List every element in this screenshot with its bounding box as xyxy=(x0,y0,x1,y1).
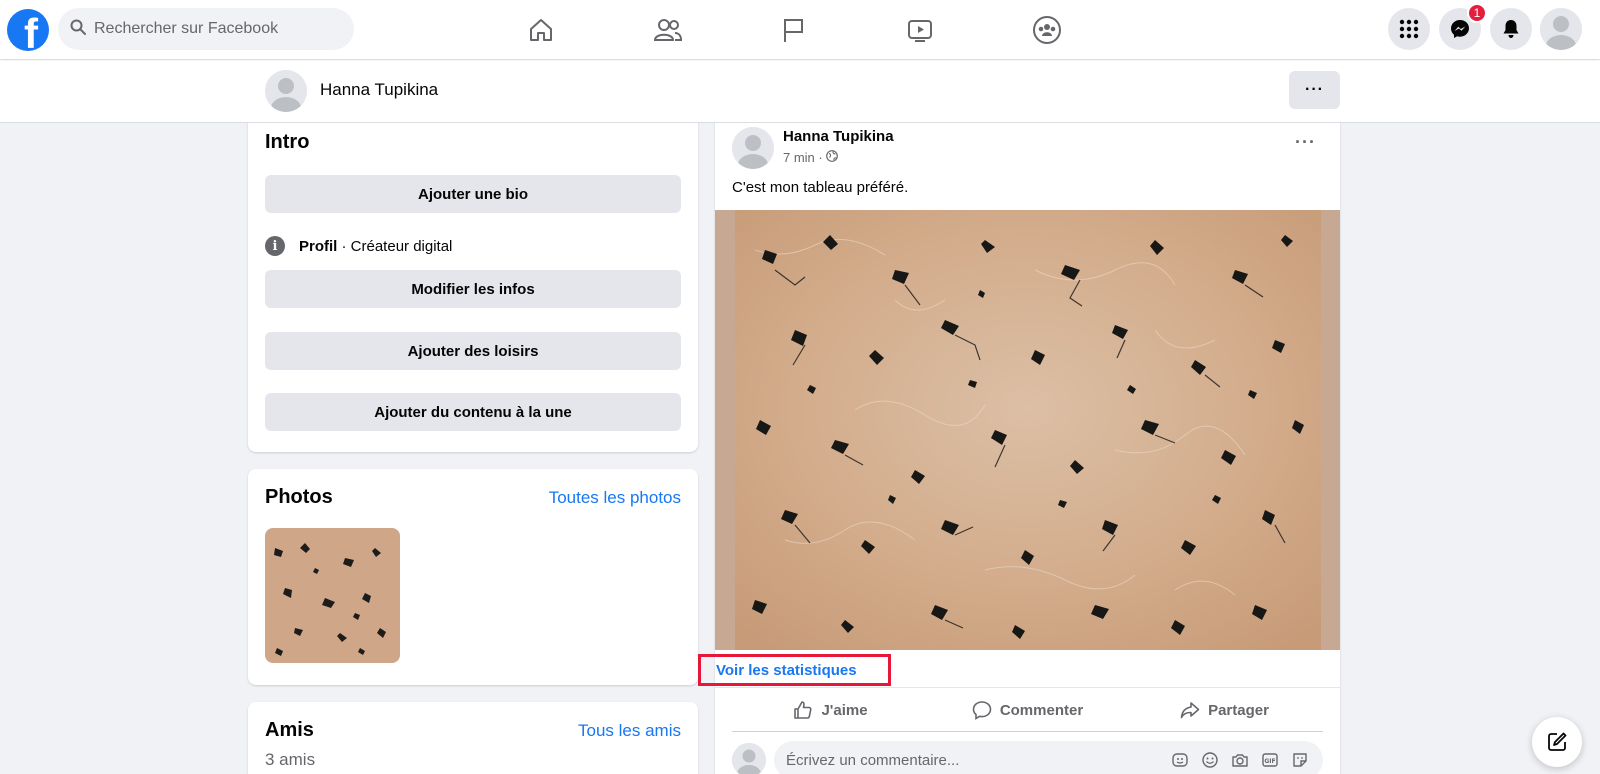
painting xyxy=(734,210,1321,650)
post-image[interactable] xyxy=(715,210,1340,650)
messenger-icon[interactable]: 1 xyxy=(1439,3,1487,50)
add-hobbies-button[interactable]: Ajouter des loisirs xyxy=(265,332,681,370)
pages-flag-icon[interactable] xyxy=(771,8,815,52)
add-bio-button[interactable]: Ajouter une bio xyxy=(265,175,681,213)
post-card: Hanna Tupikina 7 min · ··· C'est mon tab… xyxy=(698,100,1340,774)
view-stats-link[interactable]: Voir les statistiques xyxy=(698,654,891,686)
friends-count: 3 amis xyxy=(265,750,316,769)
add-featured-button[interactable]: Ajouter du contenu à la une xyxy=(265,393,681,431)
top-navigation: f 1 xyxy=(0,0,1600,59)
profile-category: · Créateur digital xyxy=(337,237,453,255)
profile-header-bar: Hanna Tupikina ··· xyxy=(0,60,1600,123)
comment-input[interactable] xyxy=(786,751,1166,769)
post-actions: J'aime Commenter Partager xyxy=(732,690,1323,730)
friends-card: Amis Tous les amis 3 amis xyxy=(248,702,698,774)
comment-tools: GIF xyxy=(1169,749,1311,771)
facebook-logo[interactable]: f xyxy=(7,9,49,51)
account-avatar[interactable] xyxy=(1540,8,1582,50)
like-label: J'aime xyxy=(821,701,868,719)
friends-title: Amis xyxy=(265,719,314,741)
post-meta: 7 min · xyxy=(783,150,839,165)
messenger-badge: 1 xyxy=(1467,3,1487,23)
emoji-icon[interactable] xyxy=(1199,749,1221,771)
compose-edit-icon xyxy=(1548,732,1567,751)
photos-title: Photos xyxy=(265,486,333,508)
post-time[interactable]: 7 min xyxy=(783,150,815,165)
search-input[interactable] xyxy=(94,20,344,38)
avatar-sticker-icon[interactable] xyxy=(1169,749,1191,771)
share-button[interactable]: Partager xyxy=(1126,690,1323,730)
search-icon xyxy=(70,19,86,40)
profile-more-button[interactable]: ··· xyxy=(1289,71,1340,109)
commenter-avatar[interactable] xyxy=(732,743,766,774)
all-friends-link[interactable]: Tous les amis xyxy=(578,721,681,741)
photo-thumbnail[interactable] xyxy=(265,528,400,663)
post-text: C'est mon tableau préféré. xyxy=(732,179,909,196)
post-author-avatar[interactable] xyxy=(732,127,774,169)
like-thumb-icon xyxy=(794,701,812,719)
comment-button[interactable]: Commenter xyxy=(929,690,1126,730)
intro-card: Intro Ajouter une bio i Profil · Créateu… xyxy=(248,100,698,452)
friends-icon[interactable] xyxy=(646,8,690,52)
notifications-bell-icon[interactable] xyxy=(1490,8,1532,50)
post-author-name[interactable]: Hanna Tupikina xyxy=(783,128,894,145)
share-label: Partager xyxy=(1208,701,1269,719)
search-bar[interactable] xyxy=(58,8,354,50)
divider xyxy=(715,687,1340,688)
all-photos-link[interactable]: Toutes les photos xyxy=(549,488,681,508)
profile-category-line: i Profil · Créateur digital xyxy=(265,236,452,256)
profile-avatar[interactable] xyxy=(265,70,307,112)
like-button[interactable]: J'aime xyxy=(732,690,929,730)
meta-separator: · xyxy=(814,150,827,165)
globe-icon[interactable] xyxy=(826,150,839,165)
new-message-button[interactable] xyxy=(1532,717,1582,767)
watch-video-icon[interactable] xyxy=(898,8,942,52)
profile-name[interactable]: Hanna Tupikina xyxy=(320,80,438,100)
comment-composer[interactable]: GIF xyxy=(774,741,1323,774)
home-icon[interactable] xyxy=(519,8,563,52)
comment-bubble-icon xyxy=(972,701,992,720)
info-icon: i xyxy=(265,236,285,256)
comment-label: Commenter xyxy=(999,701,1084,719)
photos-card: Photos Toutes les photos xyxy=(248,469,698,685)
divider xyxy=(732,731,1323,732)
sticker-icon[interactable] xyxy=(1289,749,1311,771)
gif-icon[interactable]: GIF xyxy=(1259,749,1281,771)
svg-text:GIF: GIF xyxy=(1264,758,1275,765)
post-options-button[interactable]: ··· xyxy=(1295,132,1316,153)
camera-icon[interactable] xyxy=(1229,749,1251,771)
menu-grid-icon[interactable] xyxy=(1388,8,1430,50)
intro-title: Intro xyxy=(265,131,310,153)
edit-info-button[interactable]: Modifier les infos xyxy=(265,270,681,308)
share-arrow-icon xyxy=(1180,702,1200,719)
profile-label: Profil xyxy=(299,237,338,255)
groups-icon[interactable] xyxy=(1025,8,1069,52)
logo-letter: f xyxy=(24,10,38,52)
